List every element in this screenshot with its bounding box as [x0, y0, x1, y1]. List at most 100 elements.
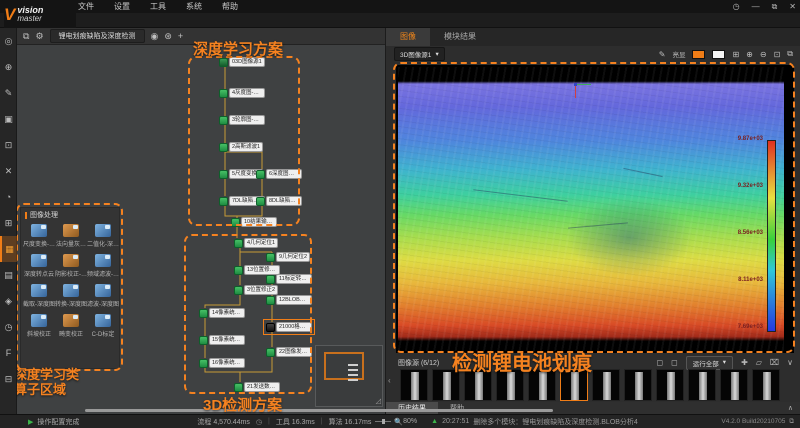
menu-文件[interactable]: 文件 — [78, 1, 94, 12]
flow-node-结果输出1[interactable]: 10结果输出1 — [231, 217, 277, 227]
output-tool-icon[interactable]: ⊟ — [0, 366, 17, 392]
deep-learning-tool-icon[interactable]: ▦ — [0, 236, 17, 262]
one-to-one-icon[interactable]: ⊡ — [774, 50, 781, 59]
image-viewport[interactable]: 9.87e+03 9.32e+03 8.56e+03 8.11e+03 7.69e+03 — [396, 65, 794, 353]
history-log-row[interactable]: ▲ 20:27:51 删除多个模块：锂电划痕缺陷及深度检测.BLOB分析4 V4… — [431, 417, 800, 427]
image-thumbnail-8[interactable] — [624, 369, 652, 401]
operator-item[interactable]: 二值化-深… — [87, 224, 119, 248]
flow-minimap[interactable]: ◿ — [315, 345, 383, 407]
delete-image-icon[interactable]: ⌧ — [770, 358, 779, 367]
thumb-large-icon[interactable]: ◻ — [671, 358, 678, 367]
add-image-icon[interactable]: ✚ — [741, 358, 748, 367]
frame-tool-icon[interactable]: ⊡ — [0, 132, 17, 158]
flow-node-DL缺陷检[interactable]: 8DL缺陷检… — [256, 196, 302, 206]
flow-node-深度图转换1[interactable]: 6深度图转换1 — [256, 169, 302, 179]
horizontal-scrollbar[interactable] — [85, 409, 553, 412]
result-tab-帮助[interactable]: 帮助 — [438, 402, 476, 414]
image-thumbnail-12[interactable] — [752, 369, 780, 401]
flow-node-格式化1[interactable]: 21000格式化1 — [263, 319, 315, 335]
collapse-strip-icon[interactable]: ∨ — [787, 358, 793, 367]
viewer-tab-模块结果[interactable]: 模块结果 — [430, 28, 490, 46]
run-all-button[interactable]: 运行全部 ▾ — [685, 355, 734, 370]
zoom-in-icon[interactable]: ⊕ — [746, 50, 753, 59]
locate-tool-icon[interactable]: ⊕ — [0, 54, 17, 80]
minimize-icon[interactable]: — — [752, 2, 760, 11]
operator-item[interactable]: 畸变校正 — [55, 314, 87, 338]
color-swatch-white[interactable] — [712, 49, 726, 59]
flow-node-位置修正2[interactable]: 3位置修正2 — [234, 285, 279, 295]
menu-帮助[interactable]: 帮助 — [222, 1, 238, 12]
add-flow-icon[interactable]: + — [178, 31, 183, 41]
thumb-small-icon[interactable]: ◻ — [657, 358, 664, 367]
operator-item[interactable]: 转换-深度图 — [55, 284, 87, 308]
flow-node-像素统计1[interactable]: 14像素统计1 — [199, 308, 245, 318]
calc-tool-icon[interactable]: ⊞ — [0, 210, 17, 236]
fit-view-icon[interactable]: ⊞ — [732, 50, 739, 59]
operator-item[interactable]: 尺度变换-… — [23, 224, 55, 248]
open-folder-icon[interactable]: ▱ — [756, 358, 762, 367]
pin-icon[interactable]: ◷ — [733, 2, 740, 11]
operator-item[interactable]: 法向量灰… — [55, 224, 87, 248]
3d-tool-icon[interactable]: ◈ — [0, 288, 17, 314]
flow-node-高斯滤波1[interactable]: 2高斯滤波1 — [219, 142, 264, 152]
flow-node-3D图像源1[interactable]: 03D图像源1 — [219, 57, 265, 67]
operator-item[interactable]: C-D标定 — [87, 314, 119, 338]
run-all-flow-icon[interactable]: ⊛ — [164, 31, 172, 42]
menu-工具[interactable]: 工具 — [150, 1, 166, 12]
operator-item[interactable]: 截取-深度图 — [23, 284, 55, 308]
color-tool-icon[interactable]: ▣ — [0, 106, 17, 132]
operator-item[interactable]: 滤波-深度图 — [87, 284, 119, 308]
image-thumbnail-7[interactable] — [592, 369, 620, 401]
menu-设置[interactable]: 设置 — [114, 1, 130, 12]
flow-node-几何定位1[interactable]: 4几何定位1 — [234, 238, 279, 248]
image-thumbnail-11[interactable] — [720, 369, 748, 401]
restore-icon[interactable]: ⧉ — [772, 2, 778, 12]
image-thumbnail-10[interactable] — [688, 369, 716, 401]
minimap-viewport[interactable] — [324, 352, 364, 384]
image-thumbnail-6[interactable] — [560, 369, 588, 401]
flow-node-发送数据1[interactable]: 21发送数据1 — [234, 382, 280, 392]
flow-node-像素统计2[interactable]: 15像素统计2 — [199, 335, 245, 345]
flow-settings-icon[interactable]: ⚙ — [35, 31, 43, 42]
image-thumbnail-1[interactable] — [400, 369, 428, 401]
flow-node-灰度图-深[interactable]: 4灰度图-深… — [219, 88, 265, 98]
result-tab-历史结果[interactable]: 历史结果 — [386, 402, 438, 414]
viewer-tab-图像[interactable]: 图像 — [386, 28, 430, 46]
image-thumbnail-2[interactable] — [432, 369, 460, 401]
menu-系统[interactable]: 系统 — [186, 1, 202, 12]
circle-tool-icon[interactable]: ◔ — [0, 184, 17, 210]
flow-tab[interactable]: 锂电划痕缺陷及深度检测 — [49, 29, 145, 43]
flow-node-像素统计3[interactable]: 16像素统计3 — [199, 358, 245, 368]
flow-list-icon[interactable]: ⧉ — [23, 31, 29, 42]
edit-icon[interactable]: ✎ — [659, 50, 666, 59]
fullscreen-icon[interactable]: ⧉ — [787, 49, 793, 59]
image-thumbnail-5[interactable] — [528, 369, 556, 401]
expand-results-icon[interactable]: ∧ — [788, 404, 800, 412]
flow-node-标定转换1[interactable]: 11标定转换1 — [266, 274, 312, 284]
flow-node-BLOB分析2[interactable]: 12BLOB分析2 — [266, 295, 312, 305]
chart-tool-icon[interactable]: ▤ — [0, 262, 17, 288]
zoom-out-icon[interactable]: ⊖ — [760, 50, 767, 59]
measure-tool-icon[interactable]: ✕ — [0, 158, 17, 184]
logic-tool-icon[interactable]: F — [0, 340, 17, 366]
close-icon[interactable]: ✕ — [789, 2, 796, 11]
image-thumbnail-4[interactable] — [496, 369, 524, 401]
image-thumbnail-3[interactable] — [464, 369, 492, 401]
flow-node-几何定位2[interactable]: 9几何定位2 — [266, 252, 311, 262]
operator-item[interactable]: 频域滤波-… — [87, 254, 119, 278]
operator-item[interactable]: 阴影校正-… — [55, 254, 87, 278]
image-edit-tool-icon[interactable]: ✎ — [0, 80, 17, 106]
timing-tool-icon[interactable]: ◷ — [0, 314, 17, 340]
flow-node-图像发送1[interactable]: 22图像发送1 — [266, 347, 312, 357]
operator-item[interactable]: 斜坡校正 — [23, 314, 55, 338]
operator-item[interactable]: 深度转点云 — [23, 254, 55, 278]
zoom-slider[interactable] — [375, 419, 392, 424]
flow-node-轮廓图-深[interactable]: 3轮廓图-深… — [219, 115, 265, 125]
camera-tool-icon[interactable]: ◎ — [0, 28, 17, 54]
scroll-left-icon[interactable]: ‹ — [388, 376, 391, 385]
color-swatch-orange[interactable] — [692, 49, 706, 59]
source-dropdown[interactable]: 3D图像源1 ▾ — [394, 47, 445, 61]
image-thumbnail-9[interactable] — [656, 369, 684, 401]
minimap-resize-icon[interactable]: ◿ — [376, 397, 381, 405]
run-flow-icon[interactable]: ◉ — [151, 31, 159, 42]
